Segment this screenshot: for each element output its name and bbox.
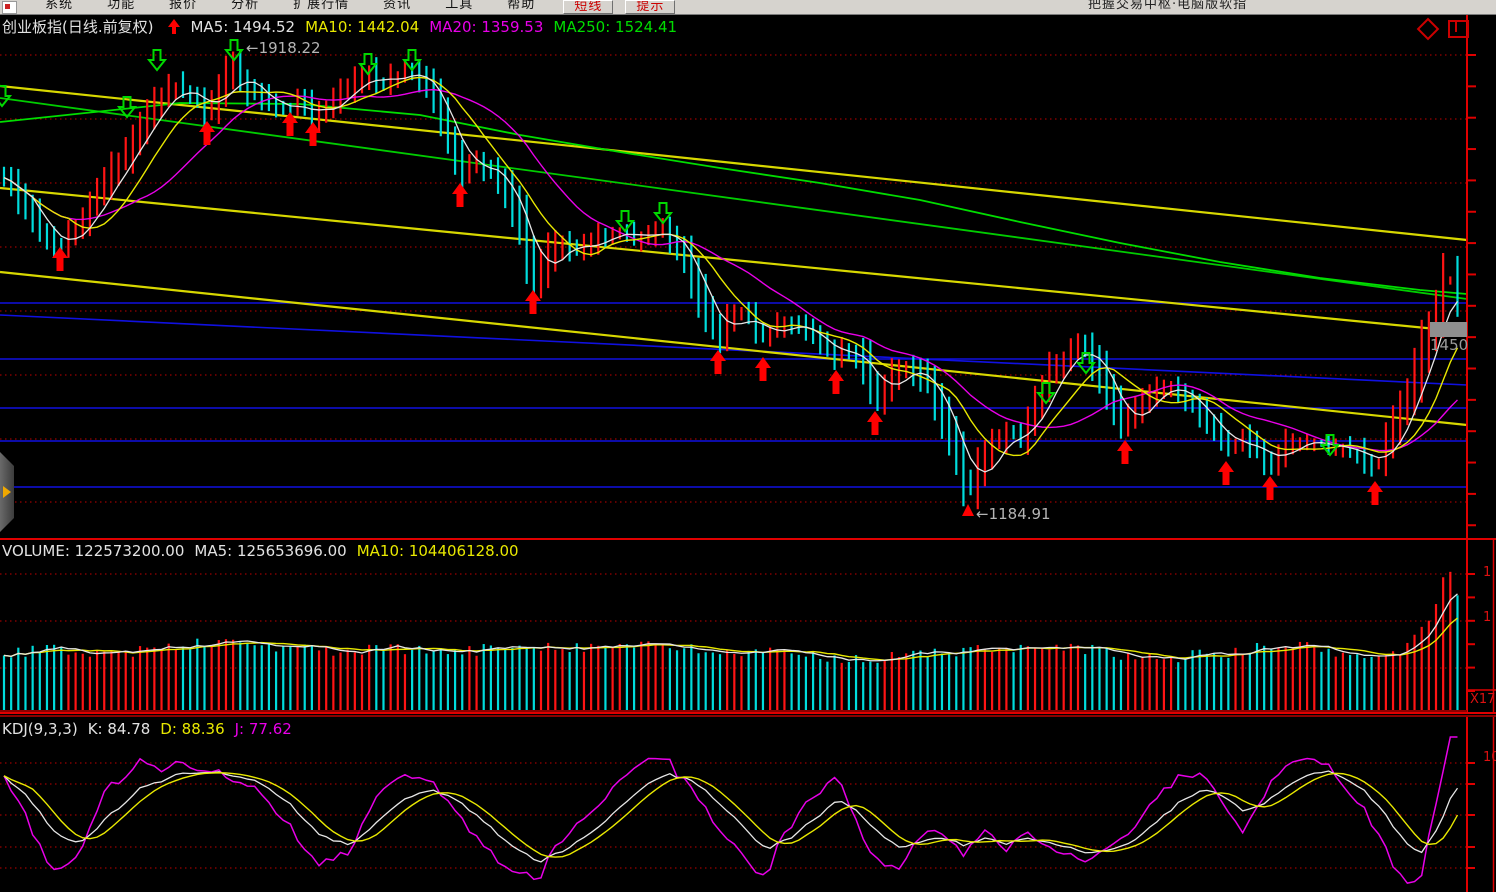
- low-price-annotation: ←1184.91: [976, 505, 1051, 523]
- left-panel-expand-handle[interactable]: [0, 452, 14, 532]
- price-pane-header: 创业板指(日线.前复权) MA5: 1494.52 MA10: 1442.04 MA2…: [2, 16, 687, 37]
- menu-items-group: 系统 功能 报价 分析 扩展行情 资讯 工具 帮助: [28, 0, 552, 14]
- pane-separator-2b: [0, 715, 1496, 717]
- menu-item-0[interactable]: 系统: [28, 0, 90, 14]
- volume-ma10-value[interactable]: MA10: 104406128.00: [357, 542, 519, 560]
- kdj-pane-header: KDJ(9,3,3) K: 84.78 D: 88.36 J: 77.62: [2, 720, 302, 738]
- volume-value[interactable]: VOLUME: 122573200.00: [2, 542, 184, 560]
- menu-item-5[interactable]: 资讯: [366, 0, 428, 14]
- kdj-axis: [1466, 717, 1495, 892]
- kdj-gridlines: [0, 762, 1467, 869]
- pane-separator-1: [0, 538, 1496, 540]
- kdj-j-value: J: 77.62: [234, 720, 292, 738]
- menu-item-2[interactable]: 报价: [152, 0, 214, 14]
- menu-hot-buttons-group: 短线 提示: [557, 0, 681, 14]
- ma5-value[interactable]: MA5: 1494.52: [190, 18, 295, 36]
- hot-button-0[interactable]: 短线: [563, 0, 614, 14]
- menu-right-banner: 把握交易中枢·电脑版软指: [1088, 0, 1248, 12]
- kdj-j-line: [3, 736, 1458, 884]
- ma10-value[interactable]: MA10: 1442.04: [305, 18, 419, 36]
- hot-button-1[interactable]: 提示: [625, 0, 676, 14]
- volume-bars: [2, 571, 1459, 710]
- kdj-k-line: [3, 770, 1459, 863]
- menu-item-6[interactable]: 工具: [428, 0, 490, 14]
- last-price-marker-box: [1430, 322, 1467, 337]
- menu-item-1[interactable]: 功能: [90, 0, 152, 14]
- kdj-d-value: D: 88.36: [160, 720, 225, 738]
- green-trendline: [0, 97, 1468, 300]
- ma250-value[interactable]: MA250: 1524.41: [553, 18, 677, 36]
- volume-pane-header: VOLUME: 122573200.00 MA5: 125653696.00 MA1…: [2, 542, 529, 560]
- volume-axis-label-2: 1: [1483, 610, 1492, 625]
- menu-bar: 系统 功能 报价 分析 扩展行情 资讯 工具 帮助 短线 提示 把握交易中枢·电脑版软指: [0, 0, 1496, 15]
- menu-item-7[interactable]: 帮助: [490, 0, 552, 14]
- menu-item-4[interactable]: 扩展行情: [276, 0, 366, 14]
- price-axis: [1466, 15, 1476, 539]
- ma20-value[interactable]: MA20: 1359.53: [429, 18, 543, 36]
- price-chart-canvas[interactable]: [0, 15, 1496, 539]
- volume-axis-label-1: 1: [1483, 565, 1492, 580]
- kdj-indicator-name[interactable]: KDJ(9,3,3): [2, 720, 78, 738]
- price-gridlines: [0, 54, 1467, 503]
- symbol-title: 创业板指(日线.前复权): [2, 18, 154, 36]
- split-window-icon[interactable]: [1448, 20, 1469, 38]
- expand-arrow-icon: [3, 486, 11, 498]
- kdj-chart-canvas[interactable]: [0, 717, 1496, 892]
- menu-item-3[interactable]: 分析: [214, 0, 276, 14]
- trading-terminal-window: 系统 功能 报价 分析 扩展行情 资讯 工具 帮助 短线 提示 把握交易中枢·电脑版软指 创业板…: [0, 0, 1496, 892]
- high-price-annotation: ←1918.22: [246, 39, 321, 57]
- volume-ma5-value[interactable]: MA5: 125653696.00: [194, 542, 346, 560]
- pane-separator-2: [0, 712, 1496, 714]
- kdj-k-value: K: 84.78: [87, 720, 151, 738]
- last-price-label: 1450: [1430, 336, 1469, 354]
- ma20-line: [3, 88, 1458, 452]
- ma10-line: [3, 76, 1459, 457]
- zoom-level-label: X17: [1470, 692, 1496, 707]
- volume-chart-canvas[interactable]: [0, 540, 1496, 712]
- kdj-axis-label-100: 100: [1483, 750, 1496, 765]
- app-icon: [2, 1, 17, 14]
- up-trend-arrow-icon: [167, 19, 180, 34]
